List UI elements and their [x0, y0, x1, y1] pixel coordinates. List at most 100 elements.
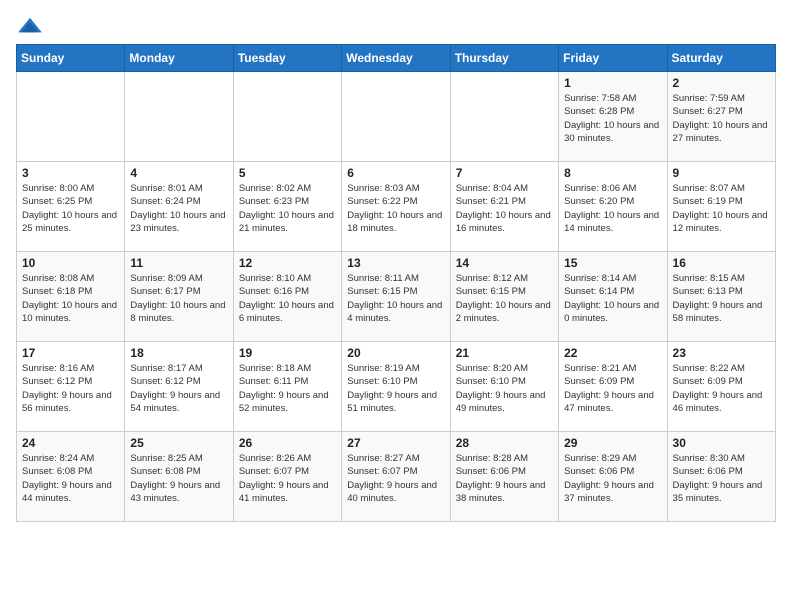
day-number: 24	[22, 436, 119, 450]
calendar-cell: 29 Sunrise: 8:29 AM Sunset: 6:06 PM Dayli…	[559, 432, 667, 522]
calendar-cell: 22 Sunrise: 8:21 AM Sunset: 6:09 PM Dayli…	[559, 342, 667, 432]
day-number: 21	[456, 346, 553, 360]
calendar-cell	[125, 72, 233, 162]
day-number: 30	[673, 436, 770, 450]
calendar-cell: 11 Sunrise: 8:09 AM Sunset: 6:17 PM Dayli…	[125, 252, 233, 342]
day-info: Sunrise: 8:10 AM Sunset: 6:16 PM Dayligh…	[239, 272, 336, 325]
day-info: Sunrise: 8:24 AM Sunset: 6:08 PM Dayligh…	[22, 452, 119, 505]
calendar-cell: 20 Sunrise: 8:19 AM Sunset: 6:10 PM Dayli…	[342, 342, 450, 432]
day-info: Sunrise: 7:58 AM Sunset: 6:28 PM Dayligh…	[564, 92, 661, 145]
day-number: 22	[564, 346, 661, 360]
calendar-cell: 4 Sunrise: 8:01 AM Sunset: 6:24 PM Daylig…	[125, 162, 233, 252]
day-number: 23	[673, 346, 770, 360]
day-info: Sunrise: 8:28 AM Sunset: 6:06 PM Dayligh…	[456, 452, 553, 505]
calendar-week-1: 1 Sunrise: 7:58 AM Sunset: 6:28 PM Daylig…	[17, 72, 776, 162]
day-number: 25	[130, 436, 227, 450]
calendar-cell	[342, 72, 450, 162]
day-info: Sunrise: 8:26 AM Sunset: 6:07 PM Dayligh…	[239, 452, 336, 505]
day-info: Sunrise: 8:17 AM Sunset: 6:12 PM Dayligh…	[130, 362, 227, 415]
calendar-cell: 1 Sunrise: 7:58 AM Sunset: 6:28 PM Daylig…	[559, 72, 667, 162]
calendar-week-5: 24 Sunrise: 8:24 AM Sunset: 6:08 PM Dayli…	[17, 432, 776, 522]
day-info: Sunrise: 8:14 AM Sunset: 6:14 PM Dayligh…	[564, 272, 661, 325]
day-info: Sunrise: 8:29 AM Sunset: 6:06 PM Dayligh…	[564, 452, 661, 505]
calendar-cell: 27 Sunrise: 8:27 AM Sunset: 6:07 PM Dayli…	[342, 432, 450, 522]
day-number: 27	[347, 436, 444, 450]
calendar-cell: 13 Sunrise: 8:11 AM Sunset: 6:15 PM Dayli…	[342, 252, 450, 342]
col-header-monday: Monday	[125, 45, 233, 72]
day-number: 28	[456, 436, 553, 450]
day-number: 6	[347, 166, 444, 180]
calendar-cell: 3 Sunrise: 8:00 AM Sunset: 6:25 PM Daylig…	[17, 162, 125, 252]
day-info: Sunrise: 8:18 AM Sunset: 6:11 PM Dayligh…	[239, 362, 336, 415]
calendar-cell: 16 Sunrise: 8:15 AM Sunset: 6:13 PM Dayli…	[667, 252, 775, 342]
day-number: 17	[22, 346, 119, 360]
day-info: Sunrise: 8:19 AM Sunset: 6:10 PM Dayligh…	[347, 362, 444, 415]
day-number: 15	[564, 256, 661, 270]
calendar-week-4: 17 Sunrise: 8:16 AM Sunset: 6:12 PM Dayli…	[17, 342, 776, 432]
calendar-cell	[450, 72, 558, 162]
day-number: 18	[130, 346, 227, 360]
day-info: Sunrise: 8:11 AM Sunset: 6:15 PM Dayligh…	[347, 272, 444, 325]
calendar-cell: 25 Sunrise: 8:25 AM Sunset: 6:08 PM Dayli…	[125, 432, 233, 522]
day-info: Sunrise: 8:22 AM Sunset: 6:09 PM Dayligh…	[673, 362, 770, 415]
calendar-cell: 2Sunrise: 7:59 AM Sunset: 6:27 PM Daylig…	[667, 72, 775, 162]
day-info: Sunrise: 8:00 AM Sunset: 6:25 PM Dayligh…	[22, 182, 119, 235]
day-info: Sunrise: 8:21 AM Sunset: 6:09 PM Dayligh…	[564, 362, 661, 415]
day-number: 3	[22, 166, 119, 180]
day-info: Sunrise: 8:08 AM Sunset: 6:18 PM Dayligh…	[22, 272, 119, 325]
day-info: Sunrise: 8:06 AM Sunset: 6:20 PM Dayligh…	[564, 182, 661, 235]
day-info: Sunrise: 8:01 AM Sunset: 6:24 PM Dayligh…	[130, 182, 227, 235]
day-info: Sunrise: 8:27 AM Sunset: 6:07 PM Dayligh…	[347, 452, 444, 505]
calendar-week-2: 3 Sunrise: 8:00 AM Sunset: 6:25 PM Daylig…	[17, 162, 776, 252]
day-number: 20	[347, 346, 444, 360]
day-number: 14	[456, 256, 553, 270]
day-number: 7	[456, 166, 553, 180]
col-header-tuesday: Tuesday	[233, 45, 341, 72]
day-number: 12	[239, 256, 336, 270]
calendar-cell: 23 Sunrise: 8:22 AM Sunset: 6:09 PM Dayli…	[667, 342, 775, 432]
calendar-cell: 30Sunrise: 8:30 AM Sunset: 6:06 PM Dayli…	[667, 432, 775, 522]
calendar-cell: 17 Sunrise: 8:16 AM Sunset: 6:12 PM Dayli…	[17, 342, 125, 432]
calendar-table: SundayMondayTuesdayWednesdayThursdayFrid…	[16, 44, 776, 522]
col-header-friday: Friday	[559, 45, 667, 72]
day-info: Sunrise: 8:03 AM Sunset: 6:22 PM Dayligh…	[347, 182, 444, 235]
day-info: Sunrise: 8:25 AM Sunset: 6:08 PM Dayligh…	[130, 452, 227, 505]
day-number: 11	[130, 256, 227, 270]
logo-icon	[16, 16, 44, 36]
calendar-cell: 24 Sunrise: 8:24 AM Sunset: 6:08 PM Dayli…	[17, 432, 125, 522]
calendar-cell: 8Sunrise: 8:06 AM Sunset: 6:20 PM Daylig…	[559, 162, 667, 252]
day-number: 9	[673, 166, 770, 180]
calendar-cell: 18 Sunrise: 8:17 AM Sunset: 6:12 PM Dayli…	[125, 342, 233, 432]
day-number: 16	[673, 256, 770, 270]
calendar-cell: 6 Sunrise: 8:03 AM Sunset: 6:22 PM Daylig…	[342, 162, 450, 252]
day-number: 13	[347, 256, 444, 270]
col-header-sunday: Sunday	[17, 45, 125, 72]
calendar-cell: 28 Sunrise: 8:28 AM Sunset: 6:06 PM Dayli…	[450, 432, 558, 522]
day-info: Sunrise: 8:04 AM Sunset: 6:21 PM Dayligh…	[456, 182, 553, 235]
day-info: Sunrise: 8:12 AM Sunset: 6:15 PM Dayligh…	[456, 272, 553, 325]
day-number: 5	[239, 166, 336, 180]
day-info: Sunrise: 8:15 AM Sunset: 6:13 PM Dayligh…	[673, 272, 770, 325]
calendar-week-3: 10Sunrise: 8:08 AM Sunset: 6:18 PM Dayli…	[17, 252, 776, 342]
calendar-cell: 7 Sunrise: 8:04 AM Sunset: 6:21 PM Daylig…	[450, 162, 558, 252]
day-number: 29	[564, 436, 661, 450]
day-number: 26	[239, 436, 336, 450]
logo	[16, 16, 48, 36]
col-header-saturday: Saturday	[667, 45, 775, 72]
page-header	[16, 16, 776, 36]
day-info: Sunrise: 8:16 AM Sunset: 6:12 PM Dayligh…	[22, 362, 119, 415]
day-info: Sunrise: 8:02 AM Sunset: 6:23 PM Dayligh…	[239, 182, 336, 235]
col-header-wednesday: Wednesday	[342, 45, 450, 72]
day-number: 19	[239, 346, 336, 360]
calendar-cell: 15 Sunrise: 8:14 AM Sunset: 6:14 PM Dayli…	[559, 252, 667, 342]
day-number: 4	[130, 166, 227, 180]
day-number: 2	[673, 76, 770, 90]
calendar-cell	[233, 72, 341, 162]
day-number: 1	[564, 76, 661, 90]
col-header-thursday: Thursday	[450, 45, 558, 72]
calendar-cell: 9Sunrise: 8:07 AM Sunset: 6:19 PM Daylig…	[667, 162, 775, 252]
calendar-cell: 14 Sunrise: 8:12 AM Sunset: 6:15 PM Dayli…	[450, 252, 558, 342]
calendar-cell: 10Sunrise: 8:08 AM Sunset: 6:18 PM Dayli…	[17, 252, 125, 342]
day-info: Sunrise: 8:09 AM Sunset: 6:17 PM Dayligh…	[130, 272, 227, 325]
calendar-cell	[17, 72, 125, 162]
